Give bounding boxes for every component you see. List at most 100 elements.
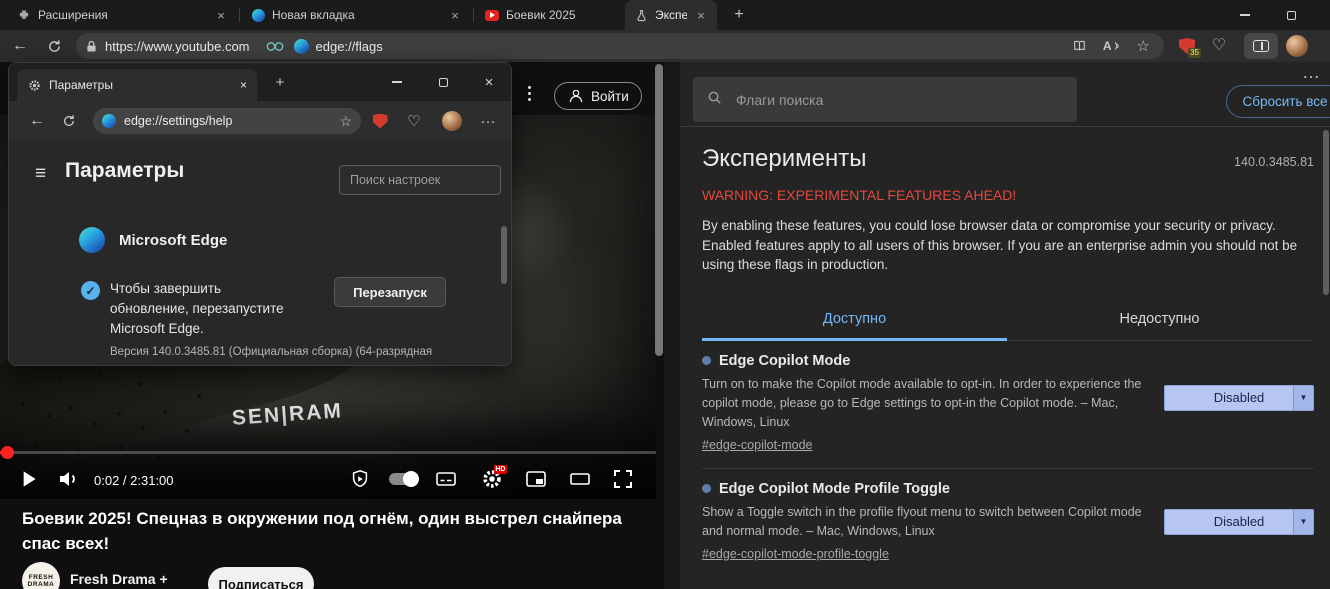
- favorite-star-icon[interactable]: ☆: [1137, 39, 1150, 54]
- theater-mode-button[interactable]: [566, 463, 594, 495]
- miniplayer-button[interactable]: [522, 463, 550, 495]
- tab-unavailable[interactable]: Недоступно: [1007, 299, 1312, 340]
- minimize-icon: [1240, 14, 1250, 16]
- settings-search-input[interactable]: [339, 165, 501, 195]
- immersive-reader-icon[interactable]: [1072, 39, 1087, 53]
- split-screen-button[interactable]: [1244, 33, 1278, 59]
- ublock-badge: 35: [1188, 48, 1201, 58]
- flags-search-input[interactable]: [734, 91, 1063, 109]
- more-options-icon[interactable]: [528, 86, 531, 101]
- tab-extensions[interactable]: Расширения ×: [8, 0, 237, 30]
- profile-avatar[interactable]: [439, 109, 465, 133]
- minimize-icon: [392, 81, 402, 83]
- sign-in-button[interactable]: Войти: [554, 82, 642, 110]
- flags-search-box[interactable]: [693, 77, 1077, 122]
- maximize-button[interactable]: [1268, 0, 1314, 30]
- favorite-star-icon[interactable]: ☆: [339, 114, 352, 128]
- back-button[interactable]: ←: [23, 107, 51, 135]
- progress-bar[interactable]: [0, 451, 656, 454]
- maximize-button[interactable]: [420, 63, 466, 101]
- flag-anchor-link[interactable]: #edge-copilot-mode: [702, 438, 813, 452]
- refresh-button[interactable]: [40, 32, 68, 60]
- ublock-icon[interactable]: 35: [1174, 34, 1200, 58]
- flag-name: Edge Copilot Mode: [719, 353, 850, 369]
- tab-new-tab[interactable]: Новая вкладка ×: [242, 0, 471, 30]
- ublock-icon[interactable]: [367, 109, 393, 133]
- tab-flags[interactable]: Экспериме ×: [625, 0, 717, 30]
- autoplay-toggle[interactable]: [386, 463, 420, 495]
- tab-label: Недоступно: [1120, 311, 1200, 327]
- reset-all-button[interactable]: Сбросить все: [1226, 85, 1330, 118]
- pane-options-icon[interactable]: …: [1302, 62, 1321, 83]
- minimize-button[interactable]: [1222, 0, 1268, 30]
- menu-icon[interactable]: ≡: [35, 163, 46, 185]
- close-icon[interactable]: ×: [240, 78, 247, 92]
- page-title: Эксперименты: [702, 145, 866, 173]
- flag-anchor-link[interactable]: #edge-copilot-mode-profile-toggle: [702, 547, 889, 561]
- browser-essentials-icon[interactable]: ♡: [401, 109, 427, 133]
- flag-value-select[interactable]: Disabled ▼: [1164, 509, 1314, 535]
- edge-icon: [294, 39, 309, 54]
- edge-icon: [251, 8, 265, 22]
- split-view-divider[interactable]: [664, 62, 680, 589]
- sponsorblock-shield-icon[interactable]: [346, 463, 374, 495]
- tab-available[interactable]: Доступно: [702, 299, 1007, 340]
- close-icon[interactable]: ×: [694, 8, 708, 23]
- scrollbar-thumb[interactable]: [655, 64, 663, 356]
- tab-youtube[interactable]: Боевик 2025: [476, 0, 623, 30]
- tab-label: Расширения: [38, 8, 207, 22]
- refresh-button[interactable]: [55, 107, 83, 135]
- tab-label: Параметры: [49, 78, 113, 92]
- subscribe-button[interactable]: Подписаться: [208, 567, 314, 589]
- settings-gear-button[interactable]: HD: [478, 463, 506, 495]
- scrollbar-thumb[interactable]: [501, 226, 507, 284]
- url-secondary: edge://flags: [316, 39, 383, 54]
- settings-titlebar[interactable]: Параметры × + ×: [9, 63, 511, 101]
- flag-value-select[interactable]: Disabled ▼: [1164, 385, 1314, 411]
- address-bar[interactable]: edge://settings/help ☆: [93, 108, 361, 134]
- scrollbar-thumb[interactable]: [1323, 130, 1329, 295]
- shield-icon: 35: [1179, 38, 1195, 54]
- close-icon[interactable]: ×: [448, 8, 462, 23]
- person-icon: [567, 87, 585, 105]
- close-icon[interactable]: ×: [214, 8, 228, 23]
- subtitles-button[interactable]: [432, 463, 460, 495]
- edge-icon: [102, 114, 116, 128]
- browser-essentials-icon[interactable]: ♡: [1206, 34, 1232, 58]
- progress-scrubber[interactable]: [1, 446, 14, 459]
- flags-tabs: Доступно Недоступно: [702, 299, 1312, 341]
- flag-value: Disabled: [1214, 390, 1265, 405]
- new-tab-button[interactable]: +: [269, 71, 291, 93]
- close-window-button[interactable]: ×: [466, 63, 512, 101]
- volume-button[interactable]: [54, 463, 82, 495]
- back-button[interactable]: ←: [6, 32, 34, 60]
- more-options-icon[interactable]: …: [475, 107, 501, 131]
- fullscreen-button[interactable]: [608, 463, 638, 495]
- split-screen-icon: [1253, 40, 1269, 52]
- youtube-icon: [485, 8, 499, 22]
- read-aloud-icon[interactable]: A: [1103, 39, 1121, 53]
- flag-bullet-icon: [702, 356, 711, 365]
- minimize-button[interactable]: [374, 63, 420, 101]
- gear-icon: [27, 78, 41, 92]
- tab-label: Экспериме: [655, 8, 687, 22]
- flag-description: Show a Toggle switch in the profile flyo…: [702, 503, 1162, 541]
- address-bar[interactable]: https://www.youtube.com edge://flags A ☆: [76, 33, 1164, 59]
- tab-label: Доступно: [823, 311, 886, 327]
- extensions-icon: [17, 8, 31, 22]
- play-button[interactable]: [14, 463, 42, 495]
- tab-separator: [239, 8, 240, 22]
- close-window-button[interactable]: ×: [1314, 0, 1330, 30]
- flags-topbar: … Сбросить все: [680, 62, 1330, 127]
- profile-avatar[interactable]: [1284, 34, 1310, 58]
- channel-avatar[interactable]: FRESH DRAMA: [22, 562, 60, 589]
- search-icon: [707, 90, 722, 110]
- maximize-icon: [439, 78, 448, 87]
- channel-name[interactable]: Fresh Drama +: [70, 571, 168, 587]
- restart-button[interactable]: Перезапуск: [334, 277, 446, 307]
- tab-settings[interactable]: Параметры ×: [17, 69, 257, 101]
- hd-badge: HD: [494, 465, 507, 474]
- lock-icon: [86, 40, 97, 53]
- new-tab-button[interactable]: +: [727, 4, 751, 26]
- flag-description: Turn on to make the Copilot mode availab…: [702, 375, 1162, 432]
